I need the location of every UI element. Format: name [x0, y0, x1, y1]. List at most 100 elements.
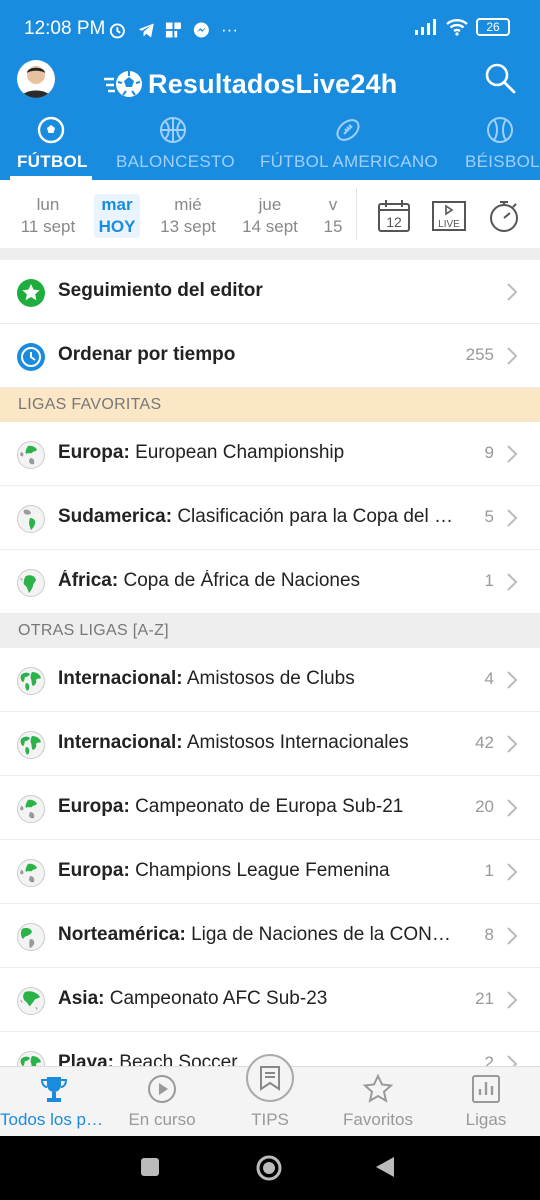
chevron-right-icon	[507, 927, 518, 945]
calendar-icon[interactable]: 12	[376, 198, 412, 234]
league-title: Amistosos Internacionales	[186, 732, 409, 753]
status-time: 12:08 PM	[24, 18, 106, 39]
league-name: Norteamérica: Liga de Naciones de la CON…	[58, 924, 458, 946]
league-list: Seguimiento del editor Ordenar por tiemp…	[0, 248, 540, 1066]
chevron-right-icon	[507, 509, 518, 527]
chevron-right-icon	[507, 991, 518, 1009]
league-region: Europa:	[58, 796, 130, 817]
globe-world-icon	[17, 1051, 45, 1066]
league-region: Europa:	[58, 860, 130, 881]
league-row[interactable]: Europa: Campeonato de Europa Sub-21 20	[0, 776, 540, 840]
league-title: Clasificación para la Copa del Mundo	[177, 506, 458, 527]
star-outline-icon	[362, 1073, 394, 1103]
recents-square-icon[interactable]	[139, 1156, 161, 1178]
app-header: 12:08 PM ··· 26 ResultadosLive24h FÚTBOL…	[0, 0, 540, 180]
row-count: 9	[484, 443, 494, 462]
trophy-icon	[40, 1077, 68, 1102]
soccer-ball-icon	[37, 116, 65, 144]
globe-europe-icon	[17, 441, 45, 469]
home-circle-icon[interactable]	[255, 1154, 283, 1182]
league-name: África: Copa de África de Naciones	[58, 570, 458, 592]
date-item-today[interactable]: mar HOY	[94, 194, 140, 238]
chevron-right-icon	[507, 445, 518, 463]
nav-label: Todos los partidos	[0, 1110, 108, 1129]
american-football-icon	[336, 119, 360, 141]
globe-europe-icon	[17, 859, 45, 887]
league-row[interactable]: África: Copa de África de Naciones 1	[0, 550, 540, 614]
row-label: Seguimiento del editor	[58, 280, 263, 301]
league-row[interactable]: Sudamerica: Clasificación para la Copa d…	[0, 486, 540, 550]
status-bar: 12:08 PM ··· 26	[0, 0, 540, 56]
user-avatar-icon	[21, 66, 51, 98]
row-count: 2	[484, 1053, 494, 1066]
date-item[interactable]: mié 13 sept	[152, 194, 224, 238]
live-tv-icon[interactable]: LIVE	[431, 198, 467, 234]
tab-futbol[interactable]: FÚTBOL	[10, 112, 92, 178]
league-row[interactable]: Europa: European Championship 9	[0, 422, 540, 486]
tab-label: FÚTBOL	[17, 152, 88, 171]
league-name: Europa: Campeonato de Europa Sub-21	[58, 796, 458, 818]
alarm-icon	[109, 23, 125, 39]
wifi-icon	[446, 19, 468, 36]
date-day: mié	[174, 195, 202, 214]
tab-beisbol[interactable]: BÉISBOL	[462, 112, 540, 178]
date-item[interactable]: v 15	[318, 194, 348, 238]
league-region: Asia:	[58, 988, 105, 1009]
search-icon[interactable]	[484, 62, 516, 94]
battery-icon: 26	[476, 18, 510, 36]
avatar[interactable]	[17, 60, 55, 98]
tab-label: BÉISBOL	[465, 152, 540, 171]
nav-all-matches[interactable]: Todos los partidos	[0, 1067, 108, 1137]
nav-favorites[interactable]: Favoritos	[324, 1067, 432, 1137]
nav-label: TIPS	[251, 1110, 289, 1129]
league-row[interactable]: Internacional: Amistosos Internacionales…	[0, 712, 540, 776]
league-name: Internacional: Amistosos de Clubs	[58, 668, 458, 690]
date-item[interactable]: lun 11 sept	[12, 194, 84, 238]
list-gap	[0, 248, 540, 260]
globe-world-icon	[17, 667, 45, 695]
date-date: 14 sept	[242, 217, 298, 236]
sport-tabs: FÚTBOL BALONCESTO FÚTBOL AMERICANO BÉISB…	[0, 112, 540, 178]
globe-americas-icon	[17, 505, 45, 533]
sort-by-time-row[interactable]: Ordenar por tiempo 255	[0, 324, 540, 388]
league-region: Internacional:	[58, 668, 183, 689]
telegram-icon	[138, 23, 154, 38]
stopwatch-icon[interactable]	[486, 198, 522, 234]
tab-futbol-americano[interactable]: FÚTBOL AMERICANO	[256, 112, 440, 178]
league-name: Sudamerica: Clasificación para la Copa d…	[58, 506, 458, 528]
nav-label: En curso	[128, 1110, 196, 1129]
league-row[interactable]: Norteamérica: Liga de Naciones de la CON…	[0, 904, 540, 968]
tips-button[interactable]	[246, 1054, 294, 1102]
app-notification-icon	[166, 22, 182, 38]
date-day: jue	[258, 195, 282, 214]
league-title: Liga de Naciones de la CONCACAF	[191, 924, 458, 945]
clock-circle-icon	[17, 343, 45, 371]
league-title: European Championship	[135, 442, 345, 463]
league-title: Campeonato de Europa Sub-21	[135, 796, 404, 817]
baseball-icon	[487, 117, 513, 143]
chevron-right-icon	[507, 863, 518, 881]
league-title: Amistosos de Clubs	[186, 668, 355, 689]
league-row[interactable]: Asia: Campeonato AFC Sub-23 21	[0, 968, 540, 1032]
date-date: 11 sept	[20, 217, 76, 236]
tips-bookmark-icon	[260, 1066, 280, 1091]
league-name: Europa: Champions League Femenina	[58, 860, 458, 882]
editor-picks-row[interactable]: Seguimiento del editor	[0, 260, 540, 324]
row-count: 5	[484, 507, 494, 526]
date-item[interactable]: jue 14 sept	[234, 194, 306, 238]
globe-europe-icon	[17, 795, 45, 823]
chevron-right-icon	[507, 573, 518, 591]
app-logo-text: ResultadosLive24h	[148, 68, 398, 99]
tab-label: FÚTBOL AMERICANO	[260, 152, 438, 171]
nav-live[interactable]: En curso	[108, 1067, 216, 1137]
league-row[interactable]: Europa: Champions League Femenina 1	[0, 840, 540, 904]
status-right: 26	[414, 18, 510, 36]
date-date: 15	[323, 217, 343, 236]
tab-baloncesto[interactable]: BALONCESTO	[112, 112, 235, 178]
nav-leagues[interactable]: Ligas	[432, 1067, 540, 1137]
back-triangle-icon[interactable]	[374, 1155, 396, 1179]
leagues-chart-icon	[472, 1075, 500, 1103]
row-count: 4	[484, 669, 494, 688]
league-row[interactable]: Internacional: Amistosos de Clubs 4	[0, 648, 540, 712]
row-count: 1	[484, 861, 494, 880]
